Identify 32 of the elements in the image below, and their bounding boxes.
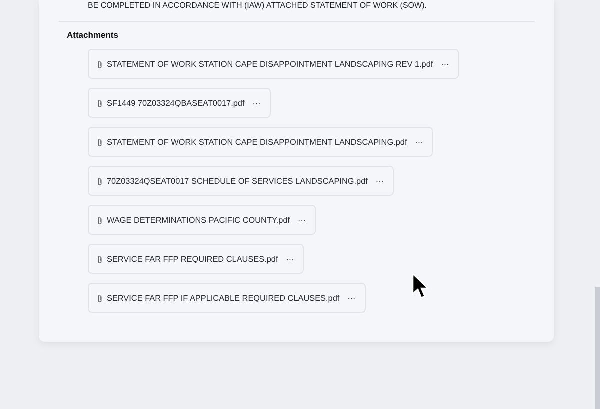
file-name[interactable]: SERVICE FAR FFP REQUIRED CLAUSES.pdf (107, 254, 278, 264)
mouse-cursor-icon (412, 273, 430, 301)
attachment-chip[interactable]: 70Z03324QSEAT0017 SCHEDULE OF SERVICES LANDSCAPING.pdf ··· (88, 166, 394, 196)
attachment-chip[interactable]: STATEMENT OF WORK STATION CAPE DISAPPOINTMENT LANDSCAPING REV 1.pdf ··· (88, 49, 460, 79)
file-name[interactable]: WAGE DETERMINATIONS PACIFIC COUNTY.pdf (107, 216, 290, 224)
more-button[interactable]: ··· (348, 294, 356, 302)
paperclip-icon (97, 254, 103, 264)
more-button[interactable]: ··· (441, 60, 450, 68)
paperclip-icon (97, 98, 103, 108)
file-name[interactable]: STATEMENT OF WORK STATION CAPE DISAPPOINTMENT LANDSCAPING.pdf (107, 138, 408, 146)
attachment-chip[interactable]: WAGE DETERMINATIONS PACIFIC COUNTY.pdf ··· (88, 205, 316, 235)
description-text: BE COMPLETED IN ACCORDANCE WITH (IAW) ATTACHED STATEMENT OF WORK (SOW). (87, 0, 428, 11)
more-button[interactable]: ··· (376, 176, 384, 186)
more-button[interactable]: ··· (252, 98, 261, 108)
paperclip-icon (97, 176, 103, 186)
attachments-heading: Attachments (67, 30, 118, 40)
scrollbar-thumb[interactable] (595, 287, 600, 409)
paperclip-icon (97, 294, 103, 302)
file-name[interactable]: SERVICE FAR FFP IF APPLICABLE REQUIRED CLAUSES.pdf (107, 294, 340, 302)
file-name[interactable]: SF1449 70Z03324QBASEAT0017.pdf (107, 98, 245, 108)
more-button[interactable]: ··· (298, 216, 306, 224)
more-button[interactable]: ··· (286, 254, 294, 264)
file-name[interactable]: 70Z03324QSEAT0017 SCHEDULE OF SERVICES LANDSCAPING.pdf (107, 176, 368, 186)
file-name[interactable]: STATEMENT OF WORK STATION CAPE DISAPPOINTMENT LANDSCAPING REV 1.pdf (107, 60, 434, 68)
paperclip-icon (97, 216, 103, 224)
paperclip-icon (97, 138, 103, 146)
more-button[interactable]: ··· (415, 138, 424, 146)
paperclip-icon (97, 60, 103, 68)
attachment-chip[interactable]: STATEMENT OF WORK STATION CAPE DISAPPOINTMENT LANDSCAPING.pdf ··· (88, 127, 434, 157)
attachment-chip[interactable]: SERVICE FAR FFP REQUIRED CLAUSES.pdf ··· (88, 244, 304, 274)
attachment-chip[interactable]: SF1449 70Z03324QBASEAT0017.pdf ··· (88, 88, 271, 118)
attachment-chip[interactable]: SERVICE FAR FFP IF APPLICABLE REQUIRED CLAUSES.pdf ··· (88, 283, 366, 313)
